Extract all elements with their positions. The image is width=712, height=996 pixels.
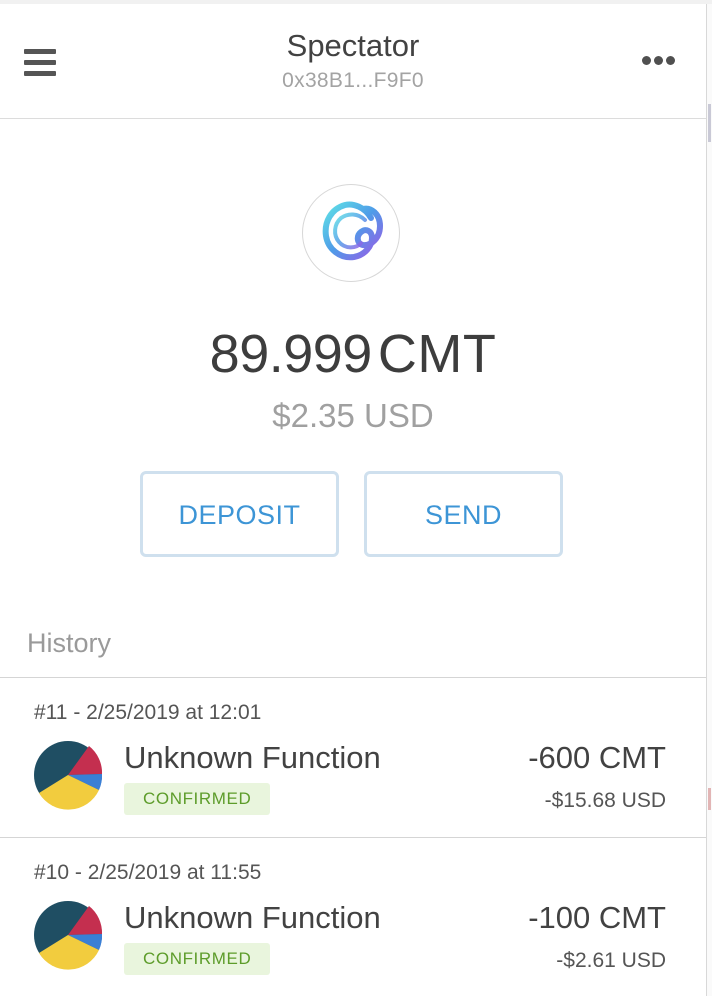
- token-logo: [302, 184, 400, 282]
- transaction-title: Unknown Function: [124, 740, 381, 775]
- transaction-list: #11 - 2/25/2019 at 12:01 Unknown Functio…: [0, 677, 706, 996]
- transaction-meta: #11 - 2/25/2019 at 12:01: [34, 701, 262, 724]
- deposit-button[interactable]: DEPOSIT: [140, 471, 339, 557]
- transaction-fiat-value: -$2.61 USD: [556, 949, 666, 972]
- background-window-edge: [707, 4, 712, 996]
- cybermiles-logo-icon: [322, 201, 384, 261]
- balance-amount: 89.999: [209, 324, 373, 384]
- transaction-amount: -600 CMT: [528, 740, 666, 775]
- balance-fiat-value: $2.35 USD: [272, 397, 434, 434]
- app-header: Spectator 0x38B1...F9F0: [0, 4, 706, 119]
- more-options-icon[interactable]: [640, 54, 680, 68]
- token-balance: 89.999 CMT: [0, 322, 706, 400]
- send-button[interactable]: SEND: [364, 471, 563, 557]
- status-badge: CONFIRMED: [124, 783, 271, 815]
- transaction-amount: -100 CMT: [528, 900, 666, 935]
- history-heading: History: [27, 628, 112, 658]
- identicon-avatar-icon: [34, 741, 103, 810]
- transaction-row[interactable]: #11 - 2/25/2019 at 12:01 Unknown Functio…: [0, 677, 706, 837]
- account-name: Spectator: [286, 28, 420, 63]
- wallet-popup: Spectator 0x38B1...F9F0 89.999 CMT $2.35 …: [0, 4, 707, 996]
- account-address[interactable]: 0x38B1...F9F0: [200, 66, 506, 96]
- balance-symbol: CMT: [377, 324, 497, 384]
- transaction-row[interactable]: #10 - 2/25/2019 at 11:55 Unknown Functio…: [0, 837, 706, 996]
- transaction-meta: #10 - 2/25/2019 at 11:55: [34, 861, 262, 884]
- account-title-block[interactable]: Spectator 0x38B1...F9F0: [200, 26, 506, 96]
- hamburger-menu-icon[interactable]: [22, 46, 60, 78]
- transaction-fiat-value: -$15.68 USD: [544, 789, 666, 812]
- identicon-avatar-icon: [34, 901, 103, 970]
- status-badge: CONFIRMED: [124, 943, 271, 975]
- transaction-title: Unknown Function: [124, 900, 381, 935]
